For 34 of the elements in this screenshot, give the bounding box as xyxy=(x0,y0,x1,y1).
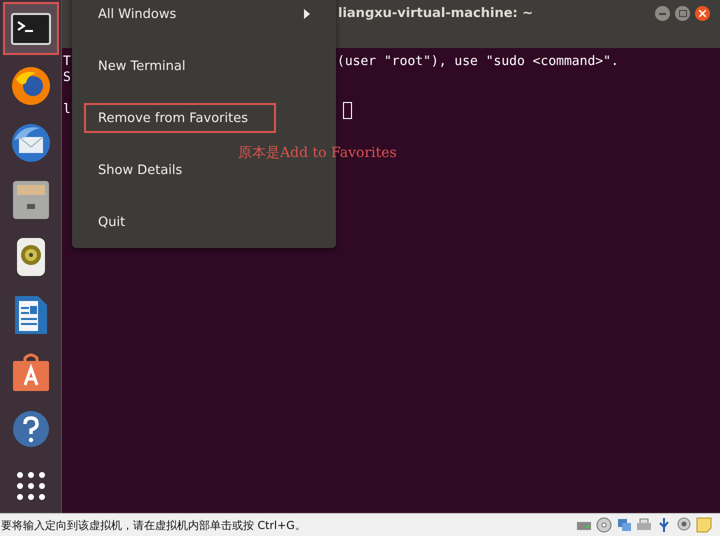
minimize-icon xyxy=(659,12,666,14)
document-icon xyxy=(14,294,48,335)
file-cabinet-icon xyxy=(12,180,50,220)
terminal-text: S xyxy=(63,70,71,85)
close-button[interactable] xyxy=(695,6,710,21)
window-title: liangxu-virtual-machine: ~ xyxy=(338,6,534,21)
maximize-icon xyxy=(678,10,686,17)
printer-icon xyxy=(636,518,652,532)
terminal-text: (user "root"), use "sudo <command>". xyxy=(337,54,619,70)
annotation-text: 原本是Add to Favorites xyxy=(238,144,397,162)
menu-item[interactable]: Show Details xyxy=(72,144,208,196)
terminal-text: T xyxy=(63,54,71,69)
menu-item[interactable]: All Windows xyxy=(72,0,336,40)
menu-item[interactable]: Remove from Favorites xyxy=(84,103,276,133)
menu-item[interactable]: Quit xyxy=(72,196,152,248)
mail-icon xyxy=(10,122,52,164)
network-icon xyxy=(616,517,632,533)
minimize-button[interactable] xyxy=(655,6,670,21)
help-icon xyxy=(12,410,50,448)
menu-item[interactable]: New Terminal xyxy=(72,40,212,92)
terminal-icon xyxy=(10,12,50,45)
dock-item[interactable] xyxy=(2,2,58,56)
maximize-button[interactable] xyxy=(675,6,690,21)
webcam-icon xyxy=(676,517,692,533)
note-icon xyxy=(696,517,712,533)
shopping-bag-icon xyxy=(12,352,50,392)
disc-icon xyxy=(596,517,612,533)
close-icon xyxy=(699,10,706,17)
browser-icon xyxy=(10,64,52,107)
submenu-arrow-icon xyxy=(304,9,310,19)
terminal-text: l xyxy=(63,102,71,117)
speaker-icon xyxy=(16,237,46,278)
app-grid-icon xyxy=(16,471,46,502)
status-message: 要将输入定向到该虚拟机，请在虚拟机内部单击或按 Ctrl+G。 xyxy=(1,518,307,532)
